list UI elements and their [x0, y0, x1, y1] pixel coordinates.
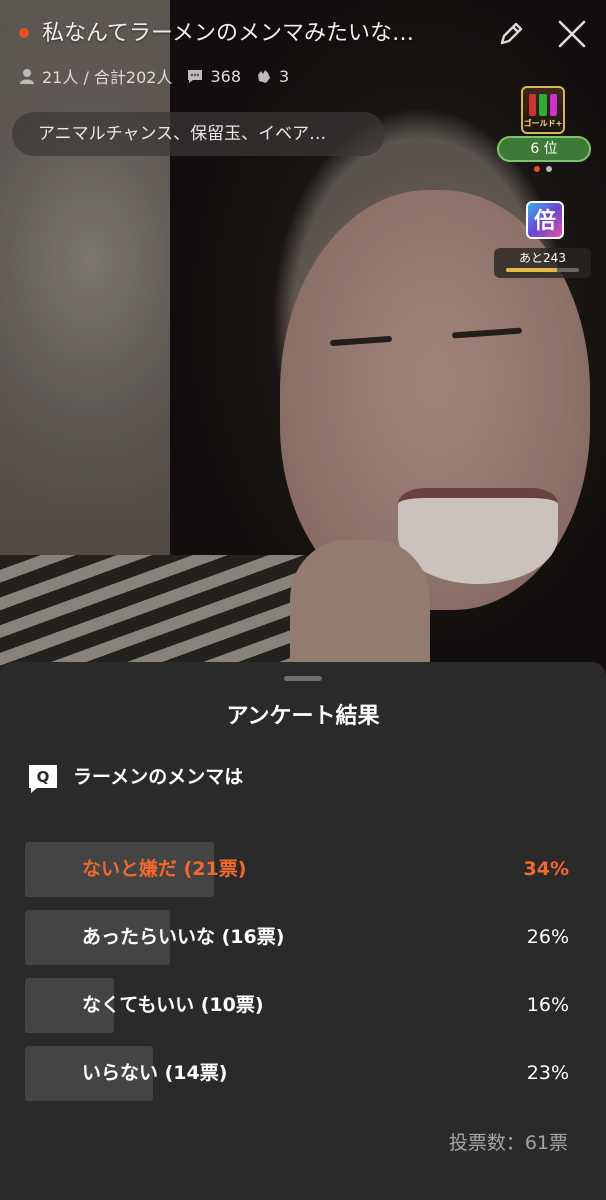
- poll-option-percent: 16%: [526, 994, 569, 1016]
- clap-count[interactable]: 3: [255, 67, 289, 86]
- poll-option-label: いらない (14票): [82, 1062, 228, 1084]
- poll-option-label: なくてもいい (10票): [82, 994, 264, 1016]
- poll-option: いらない (14票) 23%: [25, 1046, 581, 1101]
- close-icon: [558, 20, 586, 48]
- gold-ranking-label: ゴールド+: [523, 119, 563, 128]
- poll-option-label: あったらいいな (16票): [82, 926, 285, 948]
- pencil-icon: [500, 22, 523, 45]
- carousel-dots: [534, 166, 552, 172]
- comment-icon: [188, 70, 203, 83]
- svg-text:Q: Q: [37, 768, 50, 786]
- stream-stats: 21人 / 合計202人 368 3: [18, 64, 303, 88]
- sheet-drag-handle[interactable]: [284, 676, 322, 681]
- clap-icon: [258, 70, 271, 83]
- gold-ranking-badge[interactable]: ゴールド+: [521, 86, 565, 134]
- stream-tags-pill[interactable]: アニマルチャンス、保留玉、イベア…: [12, 112, 385, 156]
- poll-option-label: ないと嫌だ (21票): [82, 858, 247, 880]
- poll-question: ラーメンのメンマは: [73, 766, 244, 788]
- remaining-progress-bar: [506, 268, 579, 272]
- comment-count-text: 368: [210, 66, 242, 86]
- live-indicator-dot: [19, 28, 29, 38]
- poll-option: あったらいいな (16票) 26%: [25, 910, 581, 965]
- poll-option: ないと嫌だ (21票) 34%: [25, 842, 581, 897]
- poll-total-votes: 投票数：61票: [448, 1132, 568, 1154]
- poll-result-sheet: アンケート結果 Q ラーメンのメンマは ないと嫌だ (21票) 34% あったら…: [0, 662, 606, 1200]
- stream-title[interactable]: 私なんてラーメンのメンマみたいな…: [42, 18, 482, 50]
- comment-count[interactable]: 368: [186, 67, 241, 86]
- question-icon: Q: [29, 765, 57, 793]
- close-button[interactable]: [552, 14, 592, 54]
- poll-option-percent: 26%: [526, 926, 569, 948]
- poll-option-percent: 34%: [523, 858, 569, 880]
- clap-count-text: 3: [279, 66, 290, 86]
- edit-button[interactable]: [491, 14, 531, 54]
- remaining-points-box[interactable]: あと243: [494, 248, 591, 278]
- remaining-progress-fill: [506, 268, 558, 272]
- poll-heading: アンケート結果: [226, 704, 380, 729]
- viewer-count[interactable]: 21人 / 合計202人: [18, 64, 172, 88]
- viewer-count-text: 21人 / 合計202人: [42, 68, 173, 87]
- person-icon: [20, 69, 34, 84]
- poll-option: なくてもいい (10票) 16%: [25, 978, 581, 1033]
- poll-option-percent: 23%: [526, 1062, 569, 1084]
- rank-badge[interactable]: 6 位: [497, 136, 591, 162]
- multiplier-event-icon[interactable]: 倍: [526, 201, 564, 239]
- remaining-points-text: あと243: [519, 251, 566, 265]
